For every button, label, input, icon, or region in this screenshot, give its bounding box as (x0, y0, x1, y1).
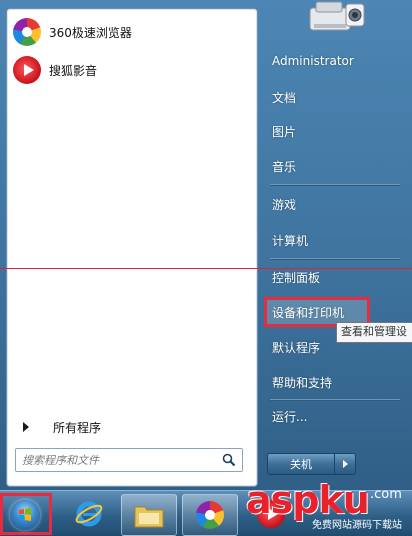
menu-item-pictures[interactable]: 图片 (272, 118, 412, 144)
shutdown-options-button[interactable] (335, 453, 356, 475)
windows-logo-icon (19, 508, 31, 521)
menu-item-run[interactable]: 运行... (272, 403, 412, 429)
start-menu: 360极速浏览器 搜狐影音 所有程序 Administrator 文档 图片 (0, 0, 412, 490)
arrow-right-icon (23, 422, 29, 432)
pinned-item-label: 360极速浏览器 (49, 25, 132, 40)
taskbar-explorer-button[interactable] (121, 494, 177, 536)
360-browser-icon (196, 501, 224, 529)
menu-item-music[interactable]: 音乐 (272, 153, 412, 179)
taskbar-360-browser-button[interactable] (182, 494, 238, 536)
pinned-item-label: 搜狐影音 (49, 63, 98, 78)
pinned-item-360-browser[interactable]: 360极速浏览器 (13, 15, 251, 49)
taskbar-ie-button[interactable] (62, 494, 116, 534)
menu-item-computer[interactable]: 计算机 (272, 227, 412, 253)
user-picture-icon[interactable] (306, 0, 368, 36)
watermark-subtitle: 免费网站源码下载站 (312, 520, 402, 531)
watermark-domain: .com (370, 487, 402, 502)
search-input[interactable] (16, 451, 212, 469)
menu-separator (270, 184, 400, 186)
search-box (15, 448, 243, 472)
arrow-right-icon (342, 460, 348, 468)
ie-icon (75, 501, 103, 527)
devices-tooltip: 查看和管理设 (336, 322, 412, 343)
windows-start-icon[interactable] (10, 500, 40, 530)
shutdown-group: 关机 (267, 453, 356, 475)
menu-item-administrator[interactable]: Administrator (272, 48, 412, 74)
sohu-video-icon (13, 56, 41, 84)
start-button-highlight (0, 493, 52, 535)
programs-pane: 360极速浏览器 搜狐影音 所有程序 (6, 8, 258, 487)
shutdown-button[interactable]: 关机 (267, 453, 335, 475)
all-programs-label: 所有程序 (53, 420, 102, 435)
all-programs-button[interactable]: 所有程序 (13, 415, 251, 439)
folder-icon (134, 506, 164, 528)
places-pane: Administrator 文档 图片 音乐 游戏 计算机 控制面板 设备和打印… (262, 0, 412, 490)
annotation-line (0, 268, 412, 269)
search-icon[interactable] (222, 453, 236, 467)
menu-separator (270, 399, 400, 401)
360-browser-icon (13, 18, 41, 46)
watermark: aspku .com 免费网站源码下载站 (246, 478, 412, 535)
menu-item-games[interactable]: 游戏 (272, 191, 412, 217)
menu-item-documents[interactable]: 文档 (272, 84, 412, 110)
pinned-item-sohu-video[interactable]: 搜狐影音 (13, 53, 251, 87)
menu-item-help-and-support[interactable]: 帮助和支持 (272, 369, 412, 395)
menu-separator (270, 258, 400, 260)
